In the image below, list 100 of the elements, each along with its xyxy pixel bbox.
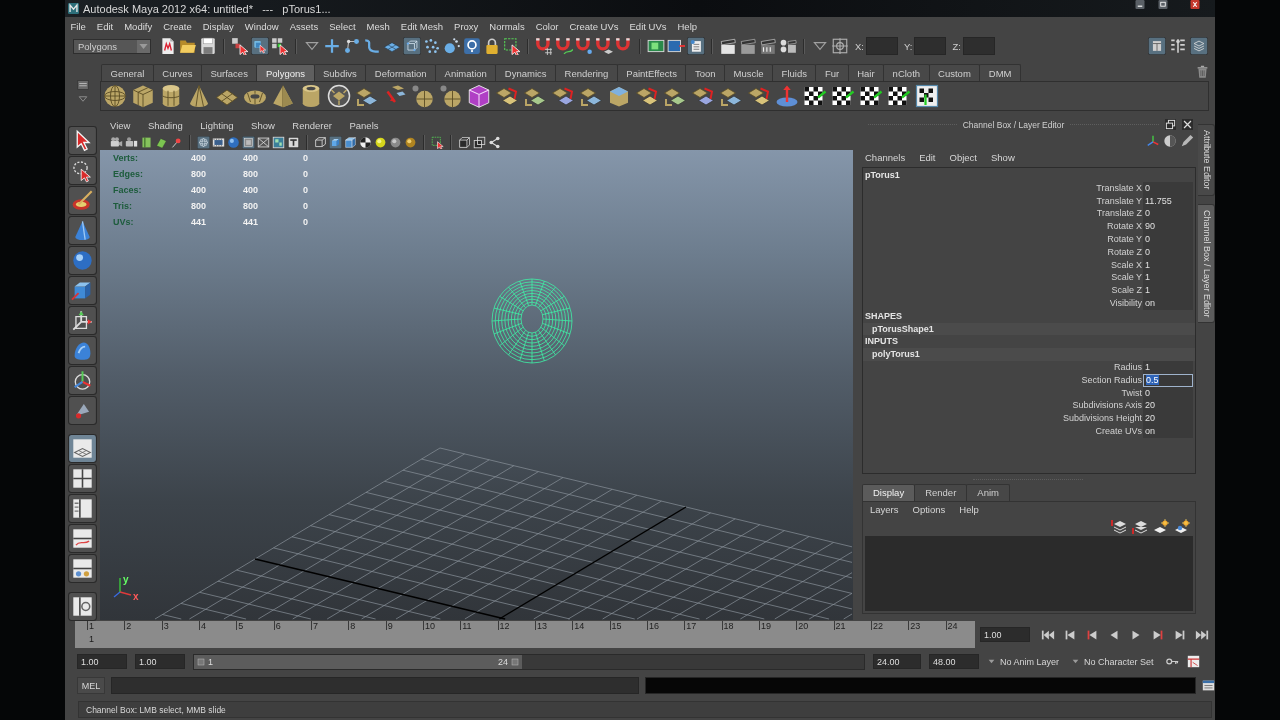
torus-wireframe[interactable] [491,278,573,364]
half-circle-icon[interactable] [1163,133,1177,148]
panel-layout-icon[interactable] [68,592,97,621]
book-icon[interactable] [140,135,153,149]
cone-icon[interactable] [68,216,97,245]
blob-icon[interactable] [68,336,97,365]
film-strip-icon[interactable] [212,135,225,149]
checkered-tile-icon[interactable] [831,84,855,108]
magnet-icon[interactable] [555,37,573,55]
playback-end-field[interactable]: 24.00 [873,654,921,669]
paint-brush-icon[interactable] [68,186,97,215]
clapperboard-icon[interactable] [739,37,757,55]
cursor-icon[interactable] [503,37,521,55]
cursor-icon[interactable] [251,37,269,55]
shelf-tab[interactable]: Hair [847,64,885,81]
shelf-tab[interactable]: PaintEffects [616,64,687,81]
caret-icon[interactable] [987,657,996,666]
sphere-icon[interactable] [389,135,402,149]
layers-icon[interactable] [1132,518,1148,535]
ring-icon[interactable] [463,37,481,55]
attribute-value-field[interactable]: 0 [1143,207,1193,221]
side-tab[interactable]: Attribute Editor [1198,124,1215,196]
sphere-icon[interactable] [404,135,417,149]
range-slider-handle[interactable]: 1 24 [194,654,522,669]
command-input-field[interactable] [110,677,639,694]
menu-item[interactable]: Create [157,20,198,32]
cube-icon[interactable] [329,135,342,149]
menu-item[interactable]: Proxy [448,20,484,32]
tool-icon[interactable] [68,396,97,425]
shelf-tab[interactable]: Fluids [772,64,817,81]
channel-menu-item[interactable]: Show [986,152,1020,163]
axes-icon[interactable] [1146,133,1160,148]
two-view-icon[interactable] [68,494,97,523]
coordinate-input-field[interactable] [914,37,947,55]
playback-start-field[interactable]: 1.00 [135,654,185,669]
shelf-tab[interactable]: DMM [979,64,1021,81]
cylinder-icon[interactable] [159,84,183,108]
attribute-value-field[interactable]: 20 [1143,399,1193,413]
magnet-icon[interactable] [595,37,613,55]
dots-icon[interactable] [443,37,461,55]
preferences-icon[interactable] [1186,655,1200,668]
curve-icon[interactable] [363,37,381,55]
document-icon[interactable] [687,37,705,55]
wireframe-sphere-icon[interactable] [197,135,210,149]
menu-item[interactable]: Normals [483,20,531,32]
checkered-tile-icon[interactable] [887,84,911,108]
plus-icon[interactable] [323,37,341,55]
checkered-ball-icon[interactable] [359,135,372,149]
layer-editor-tab[interactable]: Display [862,484,916,501]
menu-item[interactable]: Modify [118,20,158,32]
float-window-icon[interactable] [1165,119,1176,130]
film-frame-icon[interactable] [667,37,685,55]
share-icon[interactable] [488,135,501,149]
menu-item[interactable]: Window [239,20,285,32]
four-view-icon[interactable] [68,464,97,493]
caret-icon[interactable] [137,39,150,53]
shelf-tab[interactable]: Animation [435,64,497,81]
menu-item[interactable]: Edit UVs [624,20,672,32]
sphere-icon[interactable] [411,84,435,108]
lock-icon[interactable] [483,37,501,55]
sphere-icon[interactable] [439,84,463,108]
range-slider-track[interactable]: 1 24 [193,653,865,670]
shelf-tab[interactable]: Fur [815,64,849,81]
key-icon[interactable] [1165,655,1179,668]
menu-item[interactable]: Display [197,20,240,32]
cube-icon[interactable] [607,84,631,108]
checkered-tile-icon[interactable] [859,84,883,108]
coordinate-input-field[interactable] [962,37,995,55]
layer-menu-item[interactable]: Options [907,504,951,515]
dots-icon[interactable] [423,37,441,55]
channel-menu-item[interactable]: Channels [860,152,911,163]
clapperboard-icon[interactable] [779,37,797,55]
window-icon[interactable] [1202,679,1215,692]
checkered-tile-icon[interactable] [803,84,827,108]
manipulator-icon[interactable] [68,306,97,335]
layers-icon[interactable] [1111,518,1127,535]
menu-item[interactable]: File [65,20,92,32]
sphere-icon[interactable] [103,84,127,108]
document-icon[interactable] [159,37,177,55]
cube-icon[interactable] [68,276,97,305]
panel-menu-item[interactable]: Show [251,120,281,131]
texture-icon[interactable] [272,135,285,149]
cube-icon[interactable] [344,135,357,149]
list-icon[interactable] [1169,37,1187,55]
cursor-icon[interactable] [68,126,97,155]
shelf-tab[interactable]: Custom [928,64,981,81]
menu-item[interactable]: Edit [91,20,119,32]
shelf-tab[interactable]: Curves [152,64,202,81]
panel-menu-item[interactable]: Lighting [200,120,240,131]
menu-item[interactable]: Edit Mesh [395,20,449,32]
shelf-tab[interactable]: Subdivs [313,64,367,81]
panel-menu-item[interactable]: Panels [349,120,384,131]
sparkle-layer-icon[interactable] [1153,518,1169,535]
magnet-icon[interactable] [575,37,593,55]
coordinate-input-field[interactable] [866,37,898,55]
layer-menu-item[interactable]: Help [954,504,984,515]
camera-icon[interactable] [125,135,138,149]
box-icon[interactable] [287,135,300,149]
shelf-tab[interactable]: Deformation [365,64,437,81]
shelf-tab[interactable]: Surfaces [200,64,258,81]
